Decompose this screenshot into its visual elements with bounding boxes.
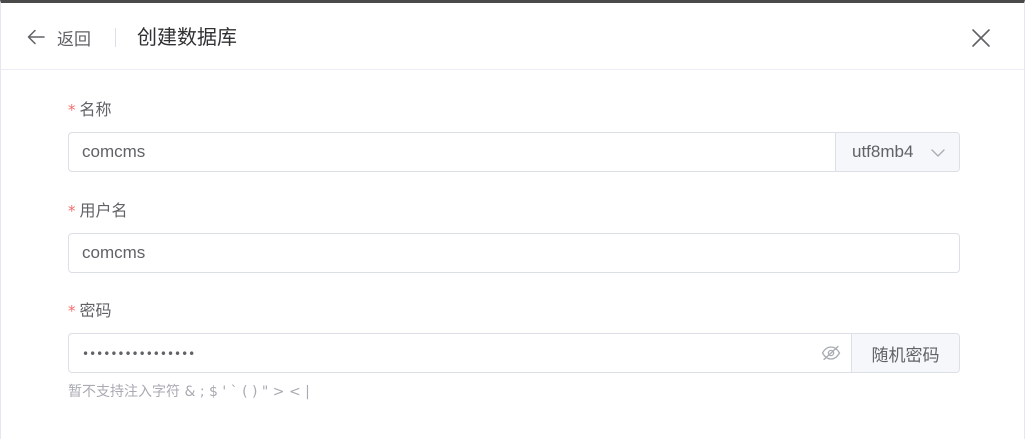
- name-input-group: utf8mb4: [68, 132, 960, 172]
- dialog-panel: 返回 创建数据库 *名称 utf8mb4: [0, 0, 1025, 439]
- charset-select[interactable]: utf8mb4: [835, 133, 959, 171]
- username-label-row: * 用户名: [68, 200, 960, 222]
- eye-hidden-icon[interactable]: [811, 334, 851, 372]
- back-label: 返回: [57, 29, 91, 50]
- password-hint: 暂不支持注入字符 & ; $ ' ` ( ) " > < |: [68, 384, 310, 400]
- name-label-row: * 名称: [68, 99, 960, 121]
- close-icon[interactable]: [970, 27, 992, 49]
- password-input-group: •••••••••••••••• 随机密码: [68, 333, 960, 373]
- name-input[interactable]: [69, 133, 835, 171]
- dialog-header: 返回 创建数据库: [1, 3, 1024, 70]
- name-form-item: *名称 utf8mb4: [68, 99, 960, 172]
- password-value: ••••••••••••••••: [82, 347, 196, 361]
- username-form-item: * 用户名: [68, 200, 960, 273]
- username-label: 用户名: [79, 201, 128, 220]
- header-divider: [115, 28, 116, 47]
- required-mark: *: [68, 202, 76, 220]
- username-input[interactable]: [69, 234, 959, 272]
- password-form-item: * 密码 •••••••••••••••• 随机密码 暂不支持注入字符 & ; $…: [68, 300, 960, 400]
- required-mark: *: [68, 302, 76, 320]
- arrow-left-icon: [27, 29, 45, 45]
- password-input[interactable]: ••••••••••••••••: [69, 334, 811, 372]
- password-label-row: * 密码: [68, 300, 960, 322]
- required-mark: *: [68, 101, 76, 119]
- username-input-group: [68, 233, 960, 273]
- back-button[interactable]: 返回: [27, 23, 91, 51]
- name-label: 名称: [79, 100, 112, 119]
- password-label: 密码: [79, 301, 112, 320]
- chevron-down-icon: [931, 142, 946, 162]
- page-title: 创建数据库: [137, 25, 237, 49]
- random-password-button[interactable]: 随机密码: [851, 334, 959, 372]
- charset-value: utf8mb4: [852, 142, 914, 161]
